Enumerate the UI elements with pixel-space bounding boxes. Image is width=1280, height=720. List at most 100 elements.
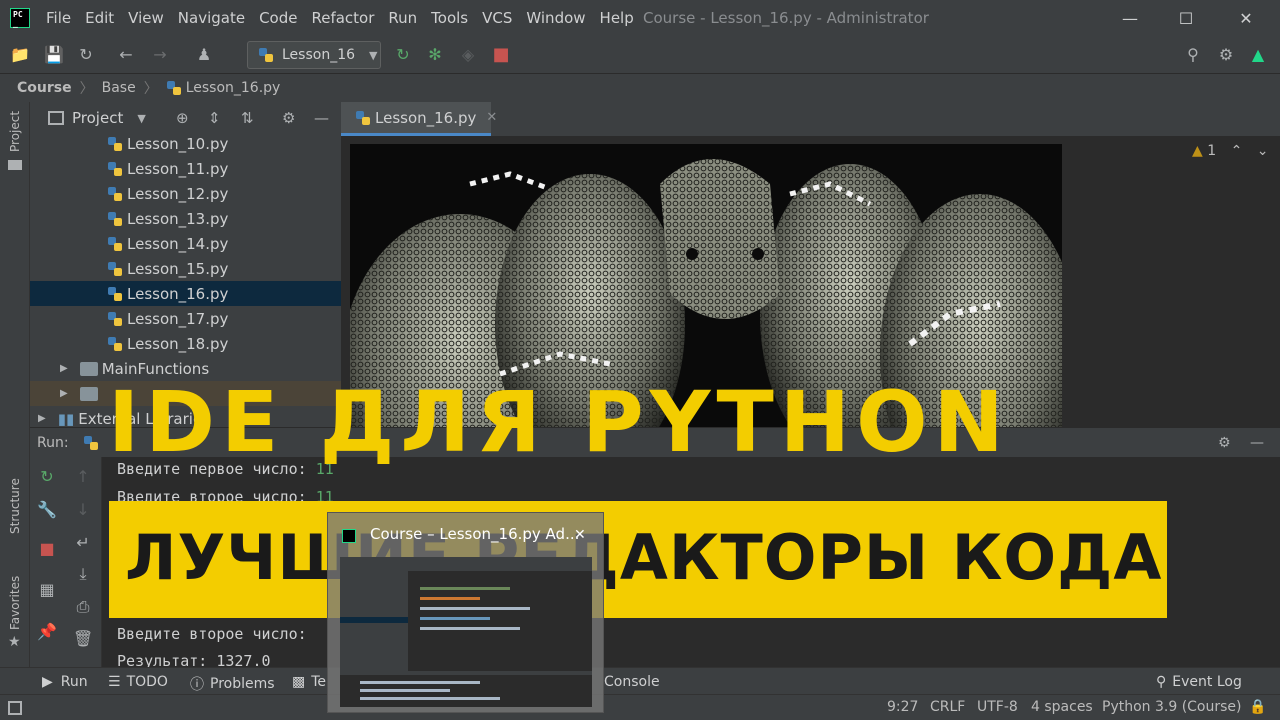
menu-code[interactable]: Code: [259, 9, 297, 27]
breadcrumb-course[interactable]: Course: [17, 80, 72, 96]
tool-tab-problems[interactable]: ⓘ Problems: [190, 674, 275, 694]
tab-lesson-16[interactable]: Lesson_16.py ✕: [341, 102, 497, 136]
expand-all-icon[interactable]: ⇕: [208, 109, 221, 127]
window-preview[interactable]: Course – Lesson_16.py Ad... ✕: [327, 512, 604, 713]
stop-icon[interactable]: ■: [37, 539, 57, 559]
locate-icon[interactable]: ⊕: [176, 109, 189, 127]
rerun-icon[interactable]: ↻: [37, 467, 57, 487]
arrow-up-icon[interactable]: ↑: [73, 467, 93, 487]
tree-item-lesson-15[interactable]: Lesson_15.py: [30, 256, 341, 281]
menu-edit[interactable]: Edit: [85, 9, 114, 27]
folder-icon: [79, 386, 98, 401]
breadcrumb-file[interactable]: Lesson_16.py: [186, 80, 281, 96]
tree-item-label: Lesson_18.py: [127, 334, 229, 353]
gear-icon[interactable]: ⚙: [1218, 435, 1231, 451]
tree-item-lesson-13[interactable]: Lesson_13.py: [30, 206, 341, 231]
favorites-tool-tab[interactable]: Favorites: [8, 576, 22, 630]
chevron-up-icon[interactable]: ⌃: [1231, 143, 1243, 159]
tree-item-lesson-17[interactable]: Lesson_17.py: [30, 306, 341, 331]
python-file-icon: [108, 286, 122, 301]
close-tab-icon[interactable]: ✕: [486, 110, 497, 125]
tree-item-lesson-14[interactable]: Lesson_14.py: [30, 231, 341, 256]
coverage-icon[interactable]: ◈: [458, 45, 478, 65]
tree-item-label: Lesson_10.py: [127, 134, 229, 153]
close-window-icon[interactable]: ✕: [1216, 0, 1276, 36]
hide-panel-icon[interactable]: —: [314, 109, 329, 127]
left-tool-stripe: Project Structure Favorites ★: [0, 102, 30, 692]
chevron-right-icon[interactable]: ▶: [38, 413, 46, 424]
tree-item-lesson-16[interactable]: Lesson_16.py: [30, 281, 341, 306]
stop-icon[interactable]: ■: [491, 45, 511, 65]
maximize-icon[interactable]: ☐: [1156, 0, 1216, 36]
tool-tab-terminal[interactable]: ▩ Te: [292, 674, 326, 690]
indent-setting[interactable]: 4 spaces: [1031, 699, 1093, 715]
tree-item-lesson-12[interactable]: Lesson_12.py: [30, 181, 341, 206]
python-file-icon: [83, 435, 98, 450]
layout-icon[interactable]: ▦: [37, 580, 57, 600]
back-arrow-icon[interactable]: ←: [116, 45, 136, 65]
plugin-logo-icon[interactable]: ▲: [1248, 45, 1268, 65]
arrow-down-icon[interactable]: ↓: [73, 500, 93, 520]
menu-refactor[interactable]: Refactor: [311, 9, 374, 27]
menu-help[interactable]: Help: [600, 9, 634, 27]
trash-icon[interactable]: 🗑: [73, 629, 93, 649]
close-preview-icon[interactable]: ✕: [574, 527, 586, 543]
run-configuration-select[interactable]: Lesson_16 ▼: [247, 41, 381, 69]
file-encoding[interactable]: UTF-8: [977, 699, 1018, 715]
chevron-down-icon[interactable]: ⌄: [1257, 143, 1269, 159]
menu-run[interactable]: Run: [388, 9, 417, 27]
scroll-to-end-icon[interactable]: ⤓: [73, 564, 93, 584]
menu-window[interactable]: Window: [526, 9, 585, 27]
wrench-icon[interactable]: 🔧: [37, 500, 57, 520]
menu-view[interactable]: View: [128, 9, 164, 27]
gear-icon[interactable]: ⚙: [1216, 45, 1236, 65]
print-icon[interactable]: ⎙: [73, 597, 93, 617]
folder-icon: [8, 160, 22, 170]
structure-tool-tab[interactable]: Structure: [8, 478, 22, 534]
python-file-icon: [108, 336, 122, 351]
line-separator[interactable]: CRLF: [930, 699, 965, 715]
debug-bug-icon[interactable]: ✻: [425, 45, 445, 65]
tool-tab-event-log[interactable]: ⚲ Event Log: [1156, 674, 1242, 690]
lock-icon[interactable]: 🔒: [1249, 699, 1266, 715]
soft-wrap-icon[interactable]: ↵: [73, 533, 93, 553]
run-config-label: Lesson_16: [282, 47, 356, 63]
gear-icon[interactable]: ⚙: [282, 109, 295, 127]
menu-navigate[interactable]: Navigate: [178, 9, 245, 27]
tree-item-lesson-18[interactable]: Lesson_18.py: [30, 331, 341, 356]
menu-vcs[interactable]: VCS: [482, 9, 512, 27]
hide-panel-icon[interactable]: —: [1250, 435, 1264, 451]
vcs-user-icon[interactable]: ♟: [194, 45, 214, 65]
pin-icon[interactable]: 📌: [37, 622, 57, 642]
chevron-right-icon[interactable]: ▶: [60, 388, 68, 399]
project-header: Project ▼ ⊕ ⇕ ⇅ ⚙ —: [30, 102, 341, 134]
breadcrumb-base[interactable]: Base: [102, 80, 136, 96]
menu-tools[interactable]: Tools: [431, 9, 468, 27]
toggle-tool-windows-icon[interactable]: [8, 701, 22, 715]
sync-icon[interactable]: ↻: [76, 45, 96, 65]
tool-tab-python-console[interactable]: Console: [604, 674, 660, 690]
save-icon[interactable]: 💾: [44, 45, 64, 65]
collapse-all-icon[interactable]: ⇅: [241, 109, 254, 127]
rerun-icon[interactable]: ↻: [393, 45, 413, 65]
chevron-down-icon[interactable]: ▼: [137, 112, 145, 125]
forward-arrow-icon[interactable]: →: [150, 45, 170, 65]
search-icon[interactable]: ⚲: [1183, 45, 1203, 65]
chevron-right-icon[interactable]: ▶: [60, 363, 68, 374]
main-toolbar: [0, 36, 1280, 74]
open-folder-icon[interactable]: 📁: [10, 45, 30, 65]
menu-file[interactable]: File: [46, 9, 71, 27]
project-tool-tab[interactable]: Project: [8, 111, 22, 152]
tool-tab-run[interactable]: ▶ Run: [42, 674, 88, 690]
tree-item-label: Lesson_12.py: [127, 184, 229, 203]
tool-tab-todo[interactable]: ☰ TODO: [108, 674, 168, 690]
headline-subtitle: ЛУЧШИЕ РЕДАКТОРЫ КОДА: [125, 521, 1163, 594]
inspection-widget[interactable]: ▲ 1 ⌃ ⌄: [1192, 143, 1269, 159]
tree-item-lesson-11[interactable]: Lesson_11.py: [30, 156, 341, 181]
caret-position[interactable]: 9:27: [887, 699, 918, 715]
tree-item-lesson-10[interactable]: Lesson_10.py: [30, 131, 341, 156]
preview-title: Course – Lesson_16.py Ad...: [370, 525, 580, 543]
minimize-icon[interactable]: —: [1100, 0, 1160, 36]
project-title[interactable]: Project: [72, 109, 123, 127]
python-interpreter[interactable]: Python 3.9 (Course): [1102, 699, 1242, 715]
